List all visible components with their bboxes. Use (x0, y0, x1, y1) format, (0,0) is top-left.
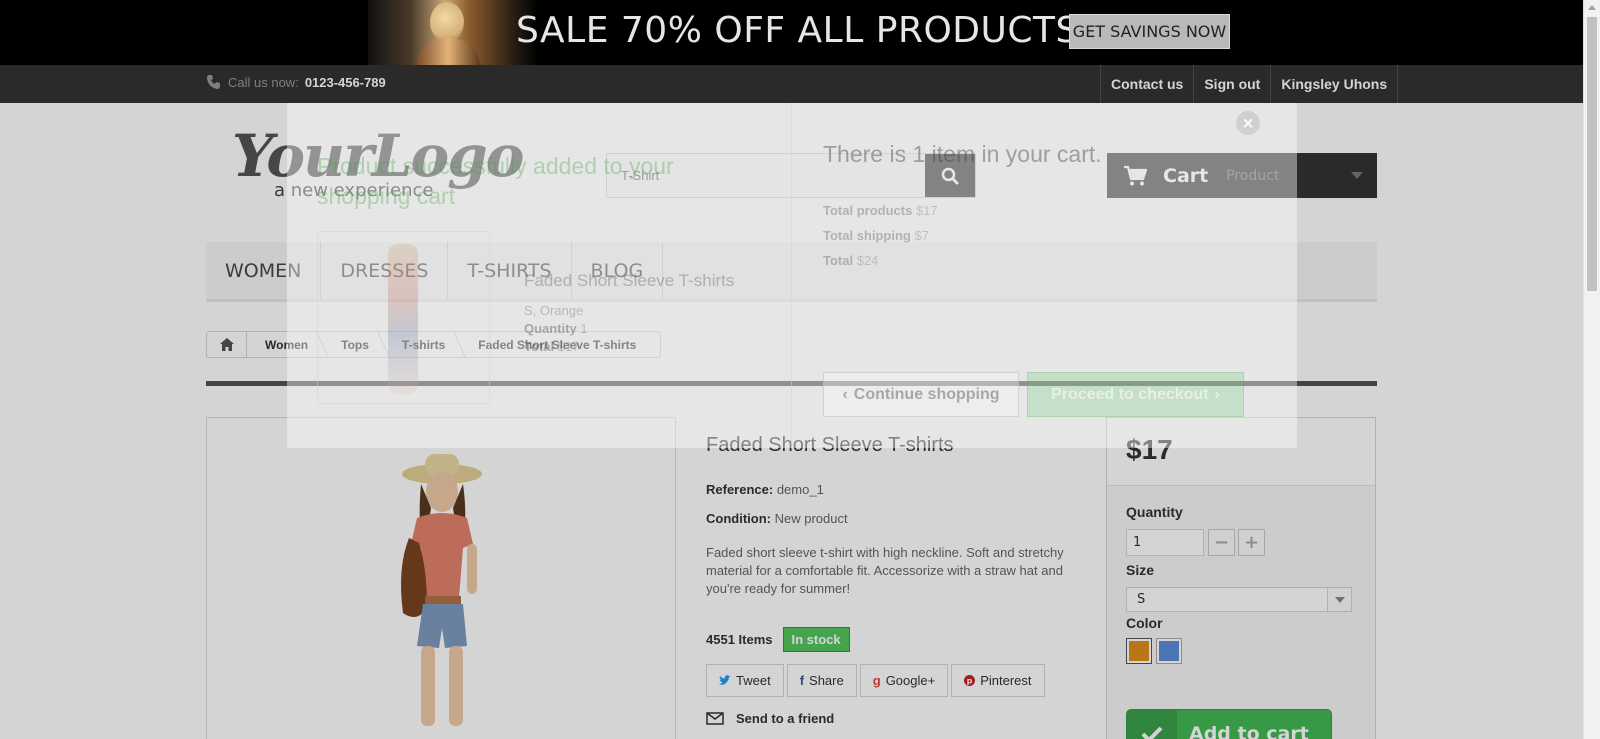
close-icon[interactable]: × (1236, 111, 1260, 135)
banner-model-image (368, 0, 538, 65)
banner-headline: SALE 70% OFF ALL PRODUCTS (516, 10, 1079, 51)
total-shipping-line: Total shipping $7 (823, 228, 929, 243)
cart-added-modal: Product successfully added to your shopp… (287, 103, 1297, 448)
proceed-label: Proceed to checkout (1051, 385, 1209, 403)
total-products-line: Total products $17 (823, 203, 938, 218)
continue-shopping-label: Continue shopping (853, 385, 1000, 403)
phone-info: Call us now: 0123-456-789 (206, 74, 386, 90)
scroll-up-arrow-icon[interactable] (1588, 5, 1596, 10)
promo-banner[interactable]: SALE 70% OFF ALL PRODUCTS GET SAVINGS NO… (0, 0, 1600, 65)
contact-us-link[interactable]: Contact us (1100, 65, 1193, 103)
proceed-to-checkout-button[interactable]: Proceed to checkout › (1027, 372, 1244, 417)
modal-quantity: Quantity 1 (524, 321, 588, 336)
modal-product-thumb (317, 231, 490, 404)
chevron-left-icon: ‹ (842, 385, 848, 403)
continue-shopping-button[interactable]: ‹ Continue shopping (823, 372, 1019, 417)
modal-product-name: Faded Short Sleeve T-shirts (524, 271, 735, 290)
account-link[interactable]: Kingsley Uhons (1270, 65, 1399, 103)
cart-count-message: There is 1 item in your cart. (823, 141, 1102, 167)
page-scrollbar[interactable] (1583, 0, 1600, 739)
top-nav-bar: Call us now: 0123-456-789 Contact us Sig… (0, 65, 1600, 103)
sign-out-link[interactable]: Sign out (1193, 65, 1270, 103)
scrollbar-thumb[interactable] (1587, 17, 1597, 291)
grand-total-line: Total $24 (823, 253, 879, 268)
top-links: Contact us Sign out Kingsley Uhons (1100, 65, 1399, 103)
chevron-right-icon: › (1214, 385, 1220, 403)
modal-attributes: S, Orange (524, 303, 584, 318)
modal-total: Total $17 (524, 339, 580, 354)
added-message: Product successfully added to your shopp… (317, 153, 674, 209)
phone-icon (207, 75, 220, 89)
call-label: Call us now: (228, 74, 299, 90)
modal-left-panel: Product successfully added to your shopp… (287, 103, 792, 448)
phone-number: 0123-456-789 (304, 74, 386, 90)
get-savings-button[interactable]: GET SAVINGS NOW (1069, 14, 1230, 49)
